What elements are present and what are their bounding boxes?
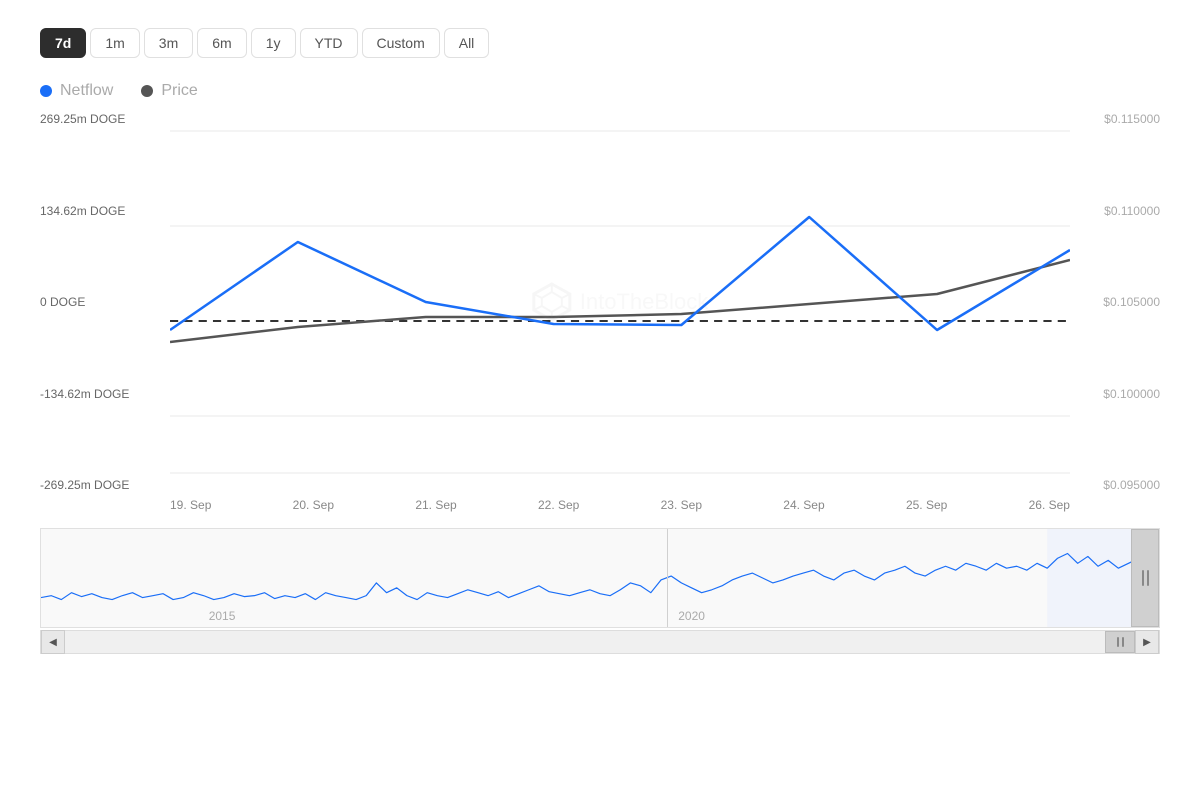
- x-label-2: 21. Sep: [415, 498, 456, 512]
- time-btn-7d[interactable]: 7d: [40, 28, 86, 58]
- scroll-track[interactable]: [65, 631, 1135, 653]
- time-btn-all[interactable]: All: [444, 28, 490, 58]
- y-label-2: 0 DOGE: [40, 295, 170, 309]
- main-chart-svg: [170, 112, 1070, 492]
- x-label-1: 20. Sep: [293, 498, 334, 512]
- mini-chart-section: 2015 2020 ◀: [0, 528, 1200, 654]
- time-btn-1m[interactable]: 1m: [90, 28, 139, 58]
- x-label-3: 22. Sep: [538, 498, 579, 512]
- legend-netflow: Netflow: [40, 82, 113, 100]
- x-axis: 19. Sep 20. Sep 21. Sep 22. Sep 23. Sep …: [170, 492, 1070, 518]
- y-right-1: $0.110000: [1070, 204, 1160, 218]
- mini-scroll-handle[interactable]: [1131, 529, 1159, 627]
- y-label-3: -134.62m DOGE: [40, 387, 170, 401]
- y-axis-left: 269.25m DOGE 134.62m DOGE 0 DOGE -134.62…: [40, 112, 170, 492]
- y-axis-right: $0.115000 $0.110000 $0.105000 $0.100000 …: [1070, 112, 1160, 492]
- main-chart-wrapper: 269.25m DOGE 134.62m DOGE 0 DOGE -134.62…: [40, 112, 1160, 492]
- time-btn-ytd[interactable]: YTD: [300, 28, 358, 58]
- y-label-1: 134.62m DOGE: [40, 204, 170, 218]
- chart-svg-area: IntoTheBlock: [170, 112, 1070, 492]
- x-label-0: 19. Sep: [170, 498, 211, 512]
- y-right-0: $0.115000: [1070, 112, 1160, 126]
- x-label-7: 26. Sep: [1029, 498, 1070, 512]
- y-right-4: $0.095000: [1070, 478, 1160, 492]
- time-range-bar: 7d1m3m6m1yYTDCustomAll: [0, 0, 1200, 74]
- mini-year-2015: 2015: [209, 609, 236, 623]
- y-label-0: 269.25m DOGE: [40, 112, 170, 126]
- legend: Netflow Price: [0, 74, 1200, 112]
- time-btn-custom[interactable]: Custom: [362, 28, 440, 58]
- x-label-4: 23. Sep: [661, 498, 702, 512]
- y-right-2: $0.105000: [1070, 295, 1160, 309]
- legend-price: Price: [141, 82, 197, 100]
- mini-chart-wrapper: 2015 2020: [40, 528, 1160, 628]
- scrollbar: ◀ ▶: [40, 630, 1160, 654]
- y-right-3: $0.100000: [1070, 387, 1160, 401]
- scroll-right-button[interactable]: ▶: [1135, 630, 1159, 654]
- y-label-4: -269.25m DOGE: [40, 478, 170, 492]
- time-btn-6m[interactable]: 6m: [197, 28, 246, 58]
- time-btn-1y[interactable]: 1y: [251, 28, 296, 58]
- mini-year-2020: 2020: [678, 609, 705, 623]
- netflow-label: Netflow: [60, 82, 113, 100]
- price-dot: [141, 85, 153, 97]
- time-btn-3m[interactable]: 3m: [144, 28, 193, 58]
- price-label: Price: [161, 82, 197, 100]
- x-label-6: 25. Sep: [906, 498, 947, 512]
- netflow-dot: [40, 85, 52, 97]
- scroll-left-button[interactable]: ◀: [41, 630, 65, 654]
- main-container: 7d1m3m6m1yYTDCustomAll Netflow Price 269…: [0, 0, 1200, 800]
- x-label-5: 24. Sep: [783, 498, 824, 512]
- scroll-handle[interactable]: [1105, 631, 1135, 653]
- chart-section: 269.25m DOGE 134.62m DOGE 0 DOGE -134.62…: [0, 112, 1200, 518]
